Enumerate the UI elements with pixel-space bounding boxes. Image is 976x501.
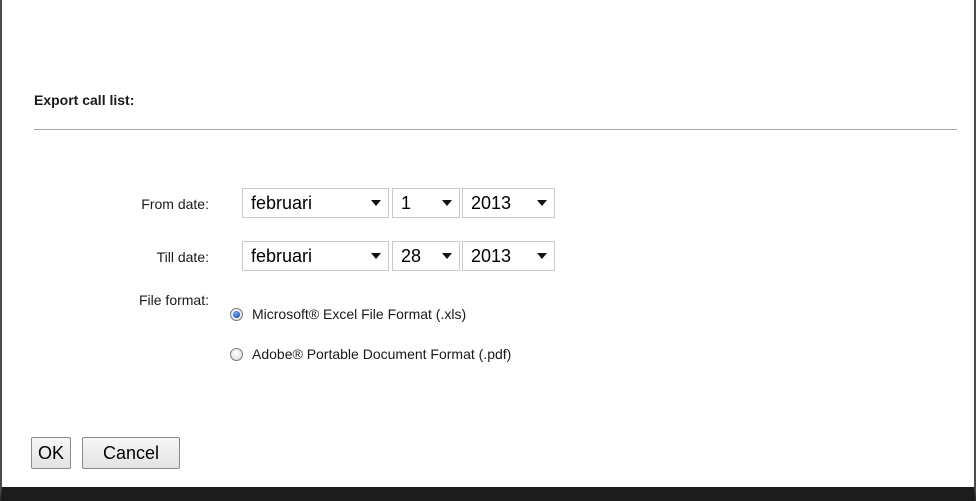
- file-format-label: File format:: [138, 292, 209, 308]
- from-month-value: februari: [251, 193, 313, 213]
- till-day-value: 28: [401, 246, 422, 266]
- format-option-pdf[interactable]: Adobe® Portable Document Format (.pdf): [230, 345, 511, 363]
- cancel-button[interactable]: Cancel: [82, 437, 180, 469]
- dialog-title: Export call list:: [34, 92, 135, 108]
- chevron-down-icon: [442, 200, 452, 206]
- chevron-down-icon: [537, 200, 547, 206]
- chevron-down-icon: [371, 253, 381, 259]
- till-month-select[interactable]: februari: [242, 241, 389, 271]
- till-year-select[interactable]: 2013: [462, 241, 555, 271]
- till-month-value: februari: [251, 246, 313, 266]
- format-xls-label: Microsoft® Excel File Format (.xls): [252, 306, 467, 322]
- from-year-select[interactable]: 2013: [462, 188, 555, 218]
- format-option-xls[interactable]: Microsoft® Excel File Format (.xls): [230, 305, 466, 323]
- till-year-value: 2013: [471, 246, 512, 266]
- title-divider: [34, 129, 957, 130]
- till-date-label: Till date:: [156, 249, 209, 265]
- export-dialog: Export call list: From date: februari 1 …: [0, 0, 976, 501]
- ok-button[interactable]: OK: [31, 437, 71, 469]
- chevron-down-icon: [537, 253, 547, 259]
- from-date-label: From date:: [141, 196, 209, 212]
- from-month-select[interactable]: februari: [242, 188, 389, 218]
- format-pdf-label: Adobe® Portable Document Format (.pdf): [252, 346, 512, 362]
- radio-pdf[interactable]: [230, 347, 243, 361]
- chevron-down-icon: [371, 200, 381, 206]
- radio-xls[interactable]: [230, 307, 243, 321]
- chevron-down-icon: [442, 253, 452, 259]
- from-year-value: 2013: [471, 193, 512, 213]
- from-day-value: 1: [401, 193, 412, 213]
- till-day-select[interactable]: 28: [392, 241, 460, 271]
- from-day-select[interactable]: 1: [392, 188, 460, 218]
